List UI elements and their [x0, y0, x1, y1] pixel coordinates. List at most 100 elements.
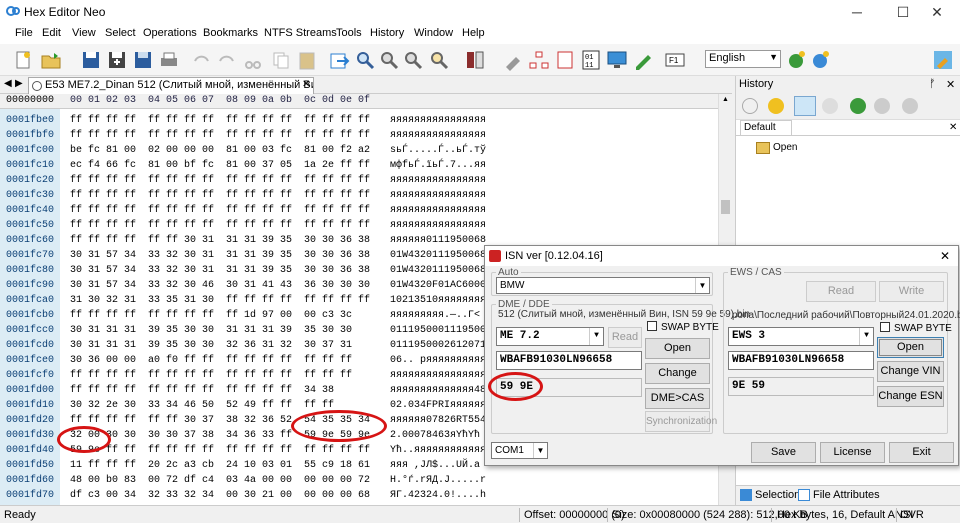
save-as-icon[interactable] — [106, 49, 128, 71]
row-text[interactable]: мфfьЃ.їьЃ.7...яя — [390, 160, 486, 171]
row-hex-bytes[interactable]: ec f4 66 fc 81 00 bf fc 81 00 37 05 1a 2… — [70, 160, 370, 171]
row-hex-bytes[interactable]: 30 31 57 34 33 32 30 31 31 31 39 35 30 3… — [70, 250, 370, 261]
paste-icon[interactable] — [296, 49, 318, 71]
table-row[interactable]: 0001fc10 ec f4 66 fc 81 00 bf fc 81 00 37… — [0, 160, 718, 175]
row-text[interactable]: 01W4320111950068 — [390, 250, 486, 261]
row-text[interactable]: яяя ,JЛ$...UЙ.a — [390, 460, 480, 471]
minimize-button[interactable]: ─ — [834, 0, 880, 24]
history-back-icon[interactable] — [742, 98, 758, 114]
ews-type-select[interactable]: EWS 3 ▼ — [728, 327, 874, 346]
table-row[interactable]: 0001fd60 48 00 b0 83 00 72 df c4 03 4a 00… — [0, 475, 718, 490]
row-hex-bytes[interactable]: 30 31 31 31 39 35 30 30 32 36 31 32 30 3… — [70, 340, 352, 351]
find-icon[interactable] — [354, 49, 376, 71]
binary-icon[interactable]: 01 11 — [580, 49, 602, 71]
compare-icon[interactable] — [464, 49, 486, 71]
row-hex-bytes[interactable]: be fc 81 00 02 00 00 00 81 00 03 fc 81 0… — [70, 145, 370, 156]
license-button[interactable]: License — [820, 442, 885, 463]
exit-button[interactable]: Exit — [889, 442, 954, 463]
ews-read-button[interactable]: Read — [806, 281, 876, 302]
row-hex-bytes[interactable]: ff ff ff ff ff ff ff ff ff ff ff ff ff f… — [70, 370, 352, 381]
make-select[interactable]: BMW ▼ — [496, 277, 710, 294]
row-hex-bytes[interactable]: df c3 00 34 32 33 32 34 00 30 21 00 00 0… — [70, 490, 370, 501]
row-text[interactable]: sьЃ.....Ѓ..ьЃ.тў — [390, 145, 486, 156]
replace-icon[interactable] — [428, 49, 450, 71]
row-text[interactable]: яяяяяяяяяяяяяяяя — [390, 130, 486, 141]
table-row[interactable]: 0001fbe0 ff ff ff ff ff ff ff ff ff ff ff… — [0, 115, 718, 130]
row-text[interactable]: 01W4320111950068 — [390, 265, 486, 276]
dme-swap-byte-checkbox[interactable]: SWAP BYTE — [647, 321, 719, 333]
synchronization-button[interactable]: Synchronization — [645, 411, 717, 432]
history-close-button[interactable]: ✕ — [946, 78, 955, 91]
row-text[interactable]: яяяяяяяяяяяяяя48 — [390, 385, 486, 396]
structure-icon[interactable] — [528, 49, 550, 71]
history-item-open[interactable]: Open — [773, 142, 797, 153]
tab-file-attributes[interactable]: File Attributes — [813, 489, 880, 501]
customize-icon[interactable] — [932, 49, 954, 71]
dme-open-button[interactable]: Open — [645, 338, 710, 359]
row-hex-bytes[interactable]: 30 36 00 00 a0 f0 ff ff ff ff ff ff ff f… — [70, 355, 352, 366]
ews-open-button[interactable]: Open — [877, 337, 944, 358]
row-hex-bytes[interactable]: 30 31 57 34 33 32 30 31 31 31 39 35 30 3… — [70, 265, 370, 276]
tab-document[interactable]: E53 ME7.2_Dinan 512 (Слитый мной, изменё… — [28, 77, 314, 94]
menu-tools[interactable]: Tools — [336, 27, 362, 39]
row-text[interactable]: яяяяяяяяяяяяяяяя — [390, 220, 486, 231]
menu-history[interactable]: History — [370, 27, 404, 39]
row-text[interactable]: 10213510яяяяяяяя — [390, 295, 486, 306]
tab-next-button[interactable]: ▶ — [15, 78, 23, 89]
pin-icon[interactable]: ᚠ — [929, 78, 936, 90]
menu-view[interactable]: View — [72, 27, 96, 39]
row-text[interactable]: яяяяяяяяяяяяяяяя — [390, 370, 486, 381]
row-hex-bytes[interactable]: 31 30 32 31 33 35 31 30 ff ff ff ff ff f… — [70, 295, 370, 306]
pencil-icon[interactable] — [632, 49, 654, 71]
change-esn-button[interactable]: Change ESN — [877, 386, 944, 407]
row-hex-bytes[interactable]: 48 00 b0 83 00 72 df c4 03 4a 00 00 00 0… — [70, 475, 370, 486]
table-row[interactable]: 0001fc30 ff ff ff ff ff ff ff ff ff ff ff… — [0, 190, 718, 205]
find-prev-icon[interactable] — [402, 49, 424, 71]
tab-prev-button[interactable]: ◀ — [4, 78, 12, 89]
table-row[interactable]: 0001fc00 be fc 81 00 02 00 00 00 81 00 03… — [0, 145, 718, 160]
row-text[interactable]: яяяяяяяяя.—..Г< — [390, 310, 480, 321]
row-text[interactable]: 06.. ряяяяяяяяяя — [390, 355, 486, 366]
history-bookmark-icon[interactable] — [768, 98, 784, 114]
row-hex-bytes[interactable]: ff ff ff ff ff ff ff ff ff 1d 97 00 00 c… — [70, 310, 352, 321]
table-row[interactable]: 0001fc20 ff ff ff ff ff ff ff ff ff ff ff… — [0, 175, 718, 190]
history-filter-icon[interactable] — [822, 98, 838, 114]
history-tab-close[interactable]: ✕ — [949, 122, 957, 133]
table-row[interactable]: 0001fbf0 ff ff ff ff ff ff ff ff ff ff ff… — [0, 130, 718, 145]
undo-icon[interactable] — [190, 49, 212, 71]
table-row[interactable]: 0001fc50 ff ff ff ff ff ff ff ff ff ff ff… — [0, 220, 718, 235]
menu-edit[interactable]: Edit — [42, 27, 61, 39]
scroll-up-icon[interactable]: ▲ — [722, 96, 729, 103]
find-next-icon[interactable] — [378, 49, 400, 71]
table-row[interactable]: 0001fd70 df c3 00 34 32 33 32 34 00 30 21… — [0, 490, 718, 505]
row-text[interactable]: ЯГ.42324.0!....h — [390, 490, 486, 501]
checksum-icon[interactable] — [554, 49, 576, 71]
row-hex-bytes[interactable]: ff ff ff ff ff ff ff ff ff ff ff ff 34 3… — [70, 385, 334, 396]
dialog-close-button[interactable]: ✕ — [940, 249, 950, 263]
row-hex-bytes[interactable]: ff ff ff ff ff ff ff ff ff ff ff ff ff f… — [70, 205, 370, 216]
ews-write-button[interactable]: Write — [879, 281, 944, 302]
row-text[interactable]: 0111950002612071 — [390, 340, 486, 351]
row-hex-bytes[interactable]: ff ff ff ff ff ff ff ff ff ff ff ff ff f… — [70, 220, 370, 231]
history-view-icon[interactable] — [794, 96, 816, 116]
menu-operations[interactable]: Operations — [143, 27, 197, 39]
f1-help-icon[interactable]: F1 — [664, 49, 686, 71]
print-icon[interactable] — [158, 49, 180, 71]
cut-icon[interactable] — [242, 49, 264, 71]
row-text[interactable]: яяяяяя0111950068 — [390, 235, 486, 246]
row-text[interactable]: H.°ѓ.rЯД.J.....r — [390, 475, 486, 486]
save-all-icon[interactable] — [132, 49, 154, 71]
open-folder-icon[interactable] — [40, 49, 62, 71]
row-text[interactable]: 01W4320F01AC6000 — [390, 280, 486, 291]
ews-vin-field[interactable]: WBAFB91030LN96658 — [728, 351, 874, 370]
table-row[interactable]: 0001fc40 ff ff ff ff ff ff ff ff ff ff ff… — [0, 205, 718, 220]
goto-icon[interactable] — [328, 49, 350, 71]
modify-icon[interactable] — [502, 49, 524, 71]
dme-type-select[interactable]: ME 7.2 ▼ — [496, 327, 604, 346]
row-hex-bytes[interactable]: ff ff ff ff ff ff ff ff ff ff ff ff ff f… — [70, 190, 370, 201]
dme-vin-field[interactable]: WBAFB91030LN96658 — [496, 351, 642, 370]
row-hex-bytes[interactable]: 59 9e ff ff ff ff ff ff ff ff ff ff ff f… — [70, 445, 370, 456]
row-hex-bytes[interactable]: 30 31 57 34 33 32 30 46 30 31 41 43 36 3… — [70, 280, 370, 291]
dme-to-cas-button[interactable]: DME>CAS — [645, 388, 710, 409]
change-vin-button[interactable]: Change VIN — [877, 361, 944, 382]
